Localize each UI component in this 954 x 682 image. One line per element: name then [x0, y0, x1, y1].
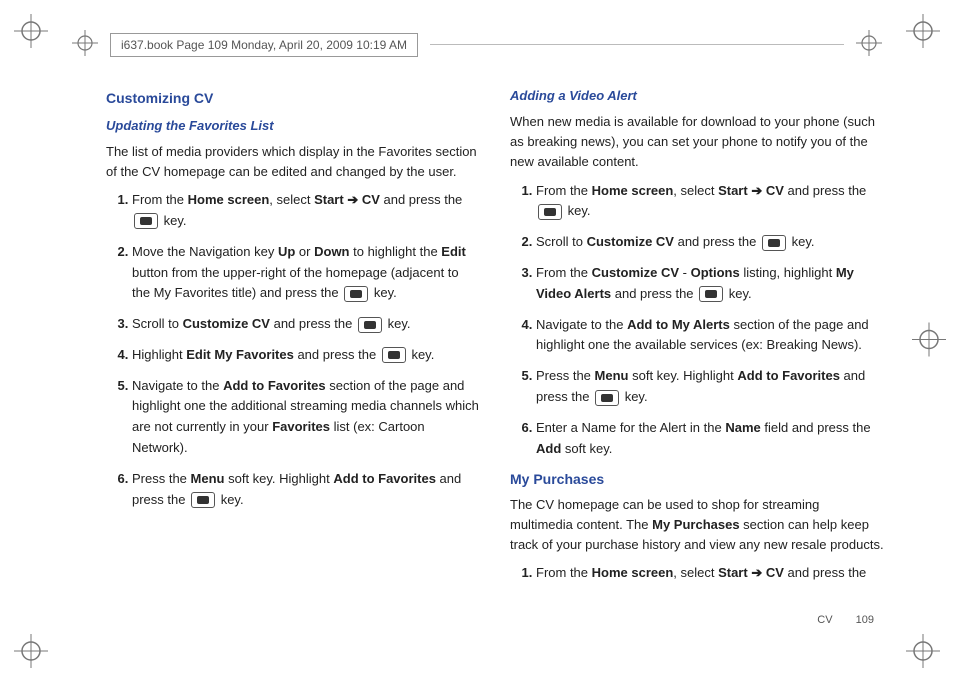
- left-column: Customizing CV Updating the Favorites Li…: [106, 80, 480, 622]
- ok-key-icon: [382, 347, 406, 363]
- registration-mark-icon: [906, 14, 940, 48]
- step-item: From the Home screen, select Start ➔ CV …: [536, 181, 884, 223]
- registration-mark-icon: [912, 323, 946, 360]
- intro-text: The list of media providers which displa…: [106, 142, 480, 182]
- ok-key-icon: [134, 213, 158, 229]
- step-item: Scroll to Customize CV and press the key…: [536, 232, 884, 253]
- step-item: Highlight Edit My Favorites and press th…: [132, 345, 480, 366]
- steps-list: From the Home screen, select Start ➔ CV …: [106, 190, 480, 510]
- step-item: Navigate to the Add to My Alerts section…: [536, 315, 884, 357]
- ok-key-icon: [762, 235, 786, 251]
- footer-page-number: 109: [856, 614, 874, 626]
- ok-key-icon: [595, 390, 619, 406]
- step-item: Enter a Name for the Alert in the Name f…: [536, 418, 884, 460]
- section-heading: My Purchases: [510, 469, 884, 491]
- registration-mark-icon: [14, 14, 48, 48]
- page-header: i637.book Page 109 Monday, April 20, 200…: [72, 30, 882, 59]
- steps-list: From the Home screen, select Start ➔ CV …: [510, 563, 884, 584]
- step-item: From the Customize CV - Options listing,…: [536, 263, 884, 305]
- step-item: Press the Menu soft key. Highlight Add t…: [536, 366, 884, 408]
- ok-key-icon: [191, 492, 215, 508]
- ok-key-icon: [699, 286, 723, 302]
- section-heading: Customizing CV: [106, 88, 480, 110]
- step-item: From the Home screen, select Start ➔ CV …: [536, 563, 884, 584]
- ok-key-icon: [358, 317, 382, 333]
- sub-heading: Updating the Favorites List: [106, 116, 480, 136]
- step-item: Navigate to the Add to Favorites section…: [132, 376, 480, 459]
- step-item: Press the Menu soft key. Highlight Add t…: [132, 469, 480, 511]
- step-item: From the Home screen, select Start ➔ CV …: [132, 190, 480, 232]
- ok-key-icon: [344, 286, 368, 302]
- registration-mark-icon: [856, 30, 882, 59]
- ok-key-icon: [538, 204, 562, 220]
- step-item: Scroll to Customize CV and press the key…: [132, 314, 480, 335]
- page-body: Customizing CV Updating the Favorites Li…: [106, 80, 884, 622]
- right-column: Adding a Video Alert When new media is a…: [510, 80, 884, 622]
- header-rule: [430, 44, 844, 45]
- registration-mark-icon: [906, 634, 940, 668]
- intro-text: The CV homepage can be used to shop for …: [510, 495, 884, 555]
- steps-list: From the Home screen, select Start ➔ CV …: [510, 181, 884, 460]
- sub-heading: Adding a Video Alert: [510, 86, 884, 106]
- page-footer: CV 109: [817, 614, 874, 626]
- page-meta: i637.book Page 109 Monday, April 20, 200…: [110, 33, 418, 57]
- footer-section: CV: [817, 614, 832, 626]
- registration-mark-icon: [14, 634, 48, 668]
- registration-mark-icon: [72, 30, 98, 59]
- step-item: Move the Navigation key Up or Down to hi…: [132, 242, 480, 304]
- intro-text: When new media is available for download…: [510, 112, 884, 172]
